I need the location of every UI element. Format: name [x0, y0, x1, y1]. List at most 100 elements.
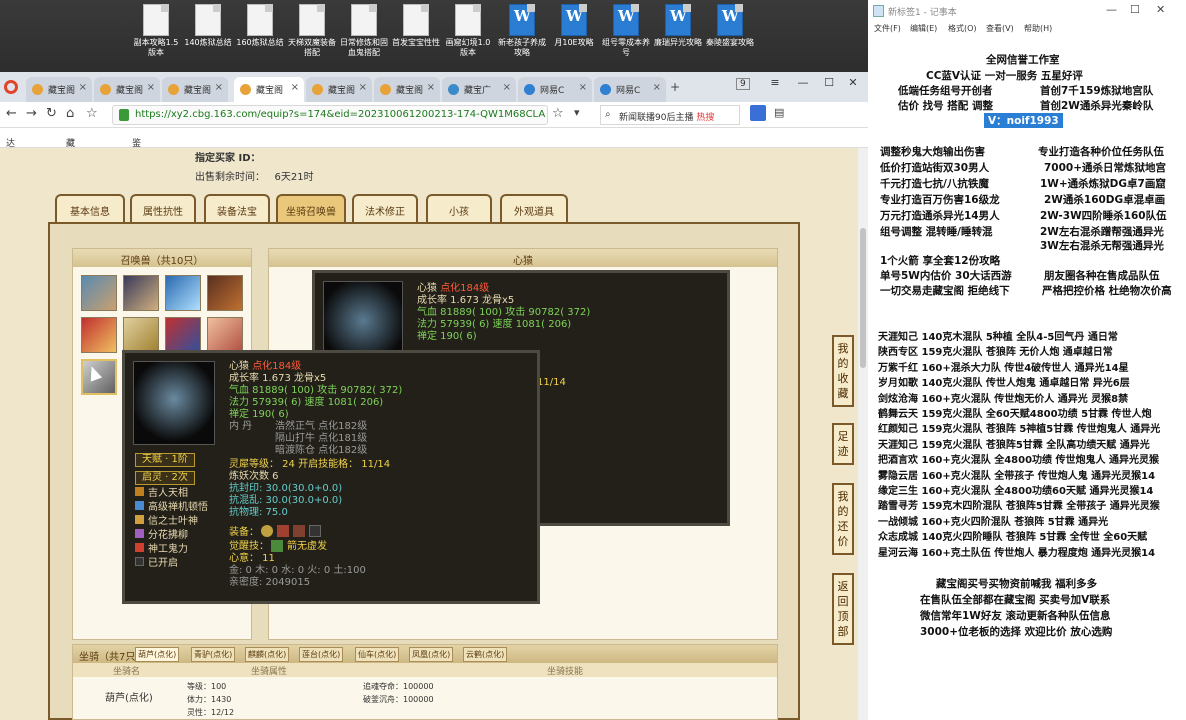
- search-input[interactable]: ⌕ 新闻联播90后主播 热搜: [600, 105, 740, 125]
- menu-view[interactable]: 查看(V): [986, 23, 1014, 34]
- pet-thumb[interactable]: [123, 317, 159, 353]
- extensions-icon[interactable]: ▤: [774, 106, 784, 119]
- tab-attributes[interactable]: 属性抗性: [130, 194, 196, 222]
- skill-item[interactable]: 信之士叶神: [135, 515, 198, 528]
- tab-basic-info[interactable]: 基本信息: [55, 194, 125, 222]
- tab-count-badge[interactable]: 9: [736, 78, 750, 90]
- back-to-top-button[interactable]: 返回顶部: [832, 573, 854, 645]
- new-tab-icon[interactable]: +: [670, 80, 680, 94]
- menu-file[interactable]: 文件(F): [874, 23, 901, 34]
- desktop-file-icon[interactable]: 日常修炼和固血鬼搭配: [338, 4, 390, 58]
- document-icon: [195, 4, 221, 36]
- skill-item[interactable]: 吉人天相: [135, 487, 188, 500]
- mount-tab[interactable]: 葫芦(点化): [135, 647, 180, 662]
- close-icon[interactable]: ×: [427, 82, 435, 93]
- qiling-badge[interactable]: 启灵 · 2次: [135, 471, 195, 485]
- address-bar[interactable]: https://xy2.cbg.163.com/equip?s=174&eid=…: [112, 105, 548, 125]
- mount-tab[interactable]: 青驴(点化): [191, 647, 236, 662]
- browser-tab[interactable]: 网易C ×: [518, 77, 592, 102]
- equip-slot-icon[interactable]: [293, 525, 305, 537]
- close-icon[interactable]: ×: [503, 82, 511, 93]
- pet-thumb[interactable]: [81, 275, 117, 311]
- scrollbar[interactable]: [858, 148, 868, 720]
- browser-tab[interactable]: 藏宝阁 ×: [94, 77, 160, 102]
- my-offers-button[interactable]: 我的还价: [832, 483, 854, 555]
- browser-tab[interactable]: 藏宝广 ×: [442, 77, 516, 102]
- pet-thumb[interactable]: [207, 275, 243, 311]
- desktop-word-file-icon[interactable]: W 组号零成本养号: [600, 4, 652, 58]
- star-icon[interactable]: ☆: [86, 106, 98, 121]
- close-icon[interactable]: ×: [579, 82, 587, 93]
- tab-mount-summon[interactable]: 坐骑召唤兽: [276, 194, 346, 222]
- close-icon[interactable]: ×: [147, 82, 155, 93]
- browser-tab-active[interactable]: 藏宝阁 ×: [234, 77, 304, 102]
- reload-icon[interactable]: ↻: [46, 106, 57, 121]
- skill-item[interactable]: 分花拂柳: [135, 529, 188, 542]
- desktop-file-icon[interactable]: 画窟幻境1.0版本: [442, 4, 494, 58]
- pet-thumb[interactable]: [81, 317, 117, 353]
- browser-tab[interactable]: 网易C ×: [594, 77, 666, 102]
- close-icon[interactable]: ✕: [1156, 3, 1165, 16]
- desktop-word-file-icon[interactable]: W 月10E攻略: [548, 4, 600, 48]
- lock-icon: [119, 109, 129, 121]
- desktop-word-file-icon[interactable]: W 秦陵盛宴攻略: [704, 4, 756, 48]
- home-icon[interactable]: ⌂: [66, 106, 74, 121]
- mount-tab[interactable]: 莲台(点化): [299, 647, 344, 662]
- footprint-button[interactable]: 足迹: [832, 423, 854, 465]
- pet-thumb[interactable]: [123, 275, 159, 311]
- remaining-time: 出售剩余时间： 6天21时: [195, 172, 314, 183]
- desktop-file-icon[interactable]: 副本攻略1.5版本: [130, 4, 182, 58]
- tab-spell[interactable]: 法术修正: [352, 194, 418, 222]
- pet-thumb[interactable]: [207, 317, 243, 353]
- mount-tab[interactable]: 云鹤(点化): [463, 647, 508, 662]
- equip-slot-icon[interactable]: [309, 525, 321, 537]
- tianfu-badge[interactable]: 天赋 · 1阶: [135, 453, 195, 467]
- tab-equipment[interactable]: 装备法宝: [204, 194, 270, 222]
- desktop-file-icon[interactable]: 天梯双魔装备搭配: [286, 4, 338, 58]
- browser-tab[interactable]: 藏宝阁 ×: [162, 77, 228, 102]
- close-icon[interactable]: ×: [359, 82, 367, 93]
- menu-help[interactable]: 帮助(H): [1024, 23, 1052, 34]
- close-icon[interactable]: ×: [653, 82, 661, 93]
- desktop-file-icon[interactable]: 140炼狱总结: [182, 4, 234, 48]
- pet-thumb[interactable]: [165, 317, 201, 353]
- close-icon[interactable]: ×: [291, 82, 299, 93]
- close-icon[interactable]: ×: [215, 82, 223, 93]
- skill-item[interactable]: 高级禅机顿悟: [135, 501, 208, 514]
- minimize-icon[interactable]: —: [1106, 3, 1117, 16]
- mount-tab[interactable]: 麒麟(点化): [245, 647, 290, 662]
- desktop-word-file-icon[interactable]: W 廉瑞异光攻略: [652, 4, 704, 48]
- back-icon[interactable]: ←: [6, 106, 17, 121]
- browser-tab[interactable]: 藏宝阁 ×: [306, 77, 372, 102]
- tab-child[interactable]: 小孩: [426, 194, 492, 222]
- equip-slot-icon[interactable]: [277, 525, 289, 537]
- bookmark-star-icon[interactable]: ☆: [552, 106, 564, 121]
- notepad-text-area[interactable]: 全网信誉工作室 CC蓝V认证 一对一服务 五星好评 低端任务组号开创者 首创7千…: [868, 40, 1186, 720]
- extension-icon[interactable]: [750, 105, 766, 121]
- menu-icon[interactable]: ≡: [764, 76, 786, 89]
- pet-thumb[interactable]: [165, 275, 201, 311]
- menu-format[interactable]: 格式(O): [948, 23, 977, 34]
- dropdown-icon[interactable]: ▾: [574, 106, 580, 119]
- desktop-word-file-icon[interactable]: W 新老孩子养成攻略: [496, 4, 548, 58]
- equip-slot-icon[interactable]: [261, 525, 273, 537]
- scrollbar-thumb[interactable]: [860, 228, 866, 368]
- mount-tab[interactable]: 仙车(点化): [355, 647, 400, 662]
- browser-tab[interactable]: 藏宝阁 ×: [26, 77, 92, 102]
- my-favorites-button[interactable]: 我的收藏: [832, 335, 854, 407]
- tab-appearance[interactable]: 外观道具: [500, 194, 568, 222]
- mount-tab[interactable]: 凤凰(点化): [409, 647, 454, 662]
- forward-icon[interactable]: →: [26, 106, 37, 121]
- minimize-icon[interactable]: —: [792, 76, 814, 89]
- skill-item[interactable]: 神工鬼力: [135, 543, 188, 556]
- desktop-file-icon[interactable]: 160炼狱总结: [234, 4, 286, 48]
- page-content: 指定买家 ID： 出售剩余时间： 6天21时 基本信息 属性抗性 装备法宝 坐骑…: [0, 148, 858, 720]
- browser-tab[interactable]: 藏宝阁 ×: [374, 77, 440, 102]
- close-icon[interactable]: ×: [79, 82, 87, 93]
- desktop-file-icon[interactable]: 首发宝宝性性: [390, 4, 442, 48]
- skill-item[interactable]: 已开启: [135, 557, 178, 570]
- close-window-icon[interactable]: ✕: [842, 76, 864, 89]
- maximize-icon[interactable]: ☐: [1130, 3, 1140, 16]
- menu-edit[interactable]: 编辑(E): [910, 23, 937, 34]
- maximize-icon[interactable]: ☐: [818, 76, 840, 89]
